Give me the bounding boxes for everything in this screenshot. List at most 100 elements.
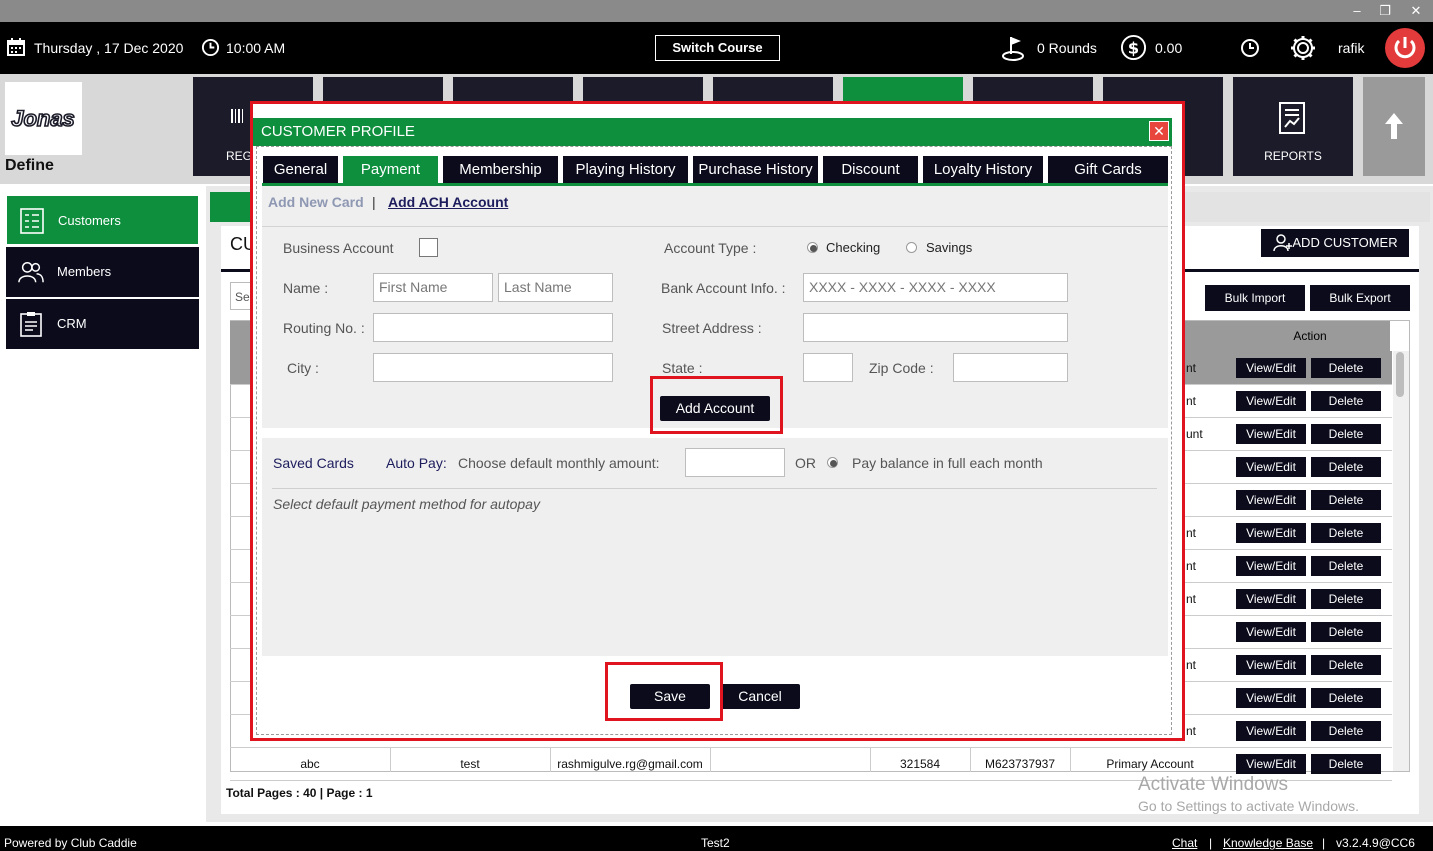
time-display: 10:00 AM [226, 40, 286, 56]
delete-button[interactable]: Delete [1311, 523, 1381, 543]
pay-full-radio[interactable] [827, 457, 838, 468]
tab-playing-history[interactable]: Playing History [563, 156, 688, 183]
view-edit-button[interactable]: View/Edit [1236, 457, 1306, 477]
first-name-input[interactable]: First Name [373, 273, 493, 302]
delete-button[interactable]: Delete [1311, 391, 1381, 411]
account-type-label: Account Type : [664, 240, 757, 256]
delete-button[interactable]: Delete [1311, 490, 1381, 510]
view-edit-button[interactable]: View/Edit [1236, 688, 1306, 708]
business-account-checkbox[interactable] [419, 238, 438, 257]
view-edit-button[interactable]: View/Edit [1236, 490, 1306, 510]
history-clock-icon[interactable] [1240, 38, 1260, 58]
crm-clipboard-icon [20, 312, 42, 337]
delete-button[interactable]: Delete [1311, 589, 1381, 609]
city-input[interactable] [373, 353, 613, 382]
form-divider [262, 226, 1168, 227]
delete-button[interactable]: Delete [1311, 688, 1381, 708]
modal-close-button[interactable]: ✕ [1149, 121, 1169, 141]
cell-first-name: abc [300, 757, 320, 771]
delete-button[interactable]: Delete [1311, 721, 1381, 741]
checking-radio[interactable] [807, 242, 818, 253]
delete-button[interactable]: Delete [1311, 424, 1381, 444]
arrow-up-icon [1385, 113, 1403, 139]
tab-purchase-history[interactable]: Purchase History [693, 156, 818, 183]
balance-amount: 0.00 [1155, 40, 1183, 56]
golf-flag-icon [1002, 37, 1024, 61]
sidebar-item-members[interactable]: Members [6, 247, 199, 297]
cell-account-partial: nt [1186, 592, 1197, 606]
barcode-icon [231, 109, 243, 123]
course-name: Test2 [701, 836, 730, 850]
restore-button[interactable]: ❐ [1372, 0, 1398, 22]
view-edit-button[interactable]: View/Edit [1236, 655, 1306, 675]
tab-loyalty-history[interactable]: Loyalty History [923, 156, 1043, 183]
cell-account-partial: nt [1186, 394, 1197, 408]
switch-course-button[interactable]: Switch Course [655, 35, 780, 61]
last-name-input[interactable]: Last Name [498, 273, 613, 302]
tile-reports[interactable]: REPORTS [1233, 77, 1353, 176]
activate-windows-subtitle: Go to Settings to activate Windows. [1138, 798, 1359, 814]
view-edit-button[interactable]: View/Edit [1236, 721, 1306, 741]
cancel-button[interactable]: Cancel [720, 684, 800, 709]
delete-button[interactable]: Delete [1311, 358, 1381, 378]
tab-discount[interactable]: Discount [823, 156, 918, 183]
scroll-up-button[interactable] [1363, 77, 1425, 176]
view-edit-button[interactable]: View/Edit [1236, 754, 1306, 774]
delete-button[interactable]: Delete [1311, 754, 1381, 774]
bulk-export-button[interactable]: Bulk Export [1310, 285, 1410, 311]
power-icon [1394, 37, 1416, 59]
subtab-separator: | [372, 194, 376, 210]
delete-button[interactable]: Delete [1311, 457, 1381, 477]
cell-account-partial: unt [1186, 427, 1203, 441]
define-label: Define [5, 157, 54, 174]
monthly-amount-input[interactable] [685, 448, 785, 477]
savings-radio[interactable] [906, 242, 917, 253]
delete-button[interactable]: Delete [1311, 622, 1381, 642]
window-titlebar [0, 0, 1433, 22]
saved-cards-label[interactable]: Saved Cards [273, 455, 354, 471]
view-edit-button[interactable]: View/Edit [1236, 556, 1306, 576]
bank-account-input[interactable]: XXXX - XXXX - XXXX - XXXX [803, 273, 1068, 302]
add-customer-button[interactable]: ADD CUSTOMER [1261, 229, 1409, 257]
tile-reports-label: REPORTS [1264, 149, 1322, 163]
chat-link[interactable]: Chat [1172, 836, 1197, 850]
tab-payment[interactable]: Payment [343, 156, 438, 183]
view-edit-button[interactable]: View/Edit [1236, 622, 1306, 642]
tab-gift-cards[interactable]: Gift Cards [1048, 156, 1168, 183]
close-window-button[interactable]: ✕ [1403, 0, 1429, 22]
table-scrollbar[interactable] [1393, 351, 1409, 771]
view-edit-button[interactable]: View/Edit [1236, 391, 1306, 411]
clock-icon [201, 38, 220, 57]
view-edit-button[interactable]: View/Edit [1236, 523, 1306, 543]
dollar-icon: $ [1120, 34, 1147, 61]
calendar-icon [7, 38, 25, 56]
user-name[interactable]: rafik [1338, 22, 1364, 74]
delete-button[interactable]: Delete [1311, 556, 1381, 576]
cell-member-id: M623737937 [984, 757, 1056, 771]
routing-number-input[interactable] [373, 313, 613, 342]
subtab-add-new-card[interactable]: Add New Card [268, 194, 364, 210]
routing-label: Routing No. : [283, 320, 365, 336]
svg-text:Jonas: Jonas [11, 106, 75, 131]
view-edit-button[interactable]: View/Edit [1236, 358, 1306, 378]
table-scrollbar-thumb[interactable] [1396, 352, 1404, 397]
sidebar-item-crm[interactable]: CRM [6, 299, 199, 349]
state-input[interactable] [803, 353, 853, 382]
delete-button[interactable]: Delete [1311, 655, 1381, 675]
minimize-button[interactable]: – [1344, 0, 1370, 22]
sidebar-item-customers[interactable]: Customers [6, 195, 199, 245]
street-address-input[interactable] [803, 313, 1068, 342]
bulk-import-button[interactable]: Bulk Import [1205, 285, 1305, 311]
gear-icon[interactable] [1290, 35, 1316, 61]
cell-number: 321584 [899, 757, 941, 771]
tab-membership[interactable]: Membership [443, 156, 558, 183]
date-display: Thursday , 17 Dec 2020 [34, 40, 184, 56]
view-edit-button[interactable]: View/Edit [1236, 424, 1306, 444]
zip-code-input[interactable] [953, 353, 1068, 382]
view-edit-button[interactable]: View/Edit [1236, 589, 1306, 609]
tab-general[interactable]: General [263, 156, 338, 183]
street-address-label: Street Address : [662, 320, 762, 336]
power-button[interactable] [1385, 28, 1425, 68]
knowledge-base-link[interactable]: Knowledge Base [1223, 836, 1313, 850]
subtab-add-ach-account[interactable]: Add ACH Account [388, 194, 508, 210]
